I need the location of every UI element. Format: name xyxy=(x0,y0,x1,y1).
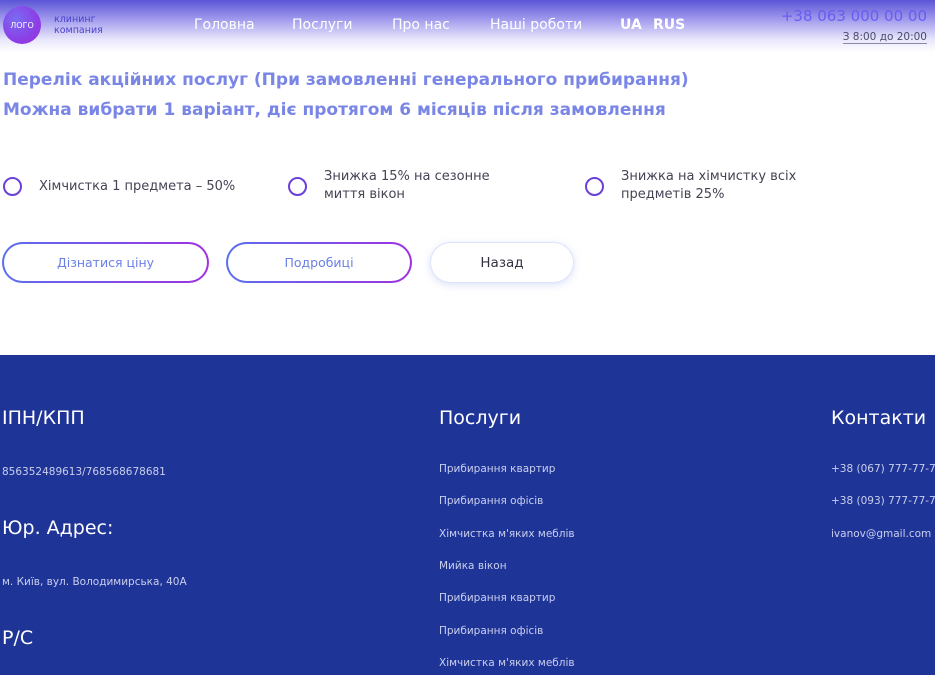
contact-phone-2[interactable]: +38 (093) 777-77-77 xyxy=(831,495,935,507)
logo[interactable]: ЛОГО xyxy=(3,6,41,44)
promo-option-1[interactable]: Хімчистка 1 предмета – 50% xyxy=(3,177,235,196)
promo-option-2[interactable]: Знижка 15% на сезонне миття вікон xyxy=(288,168,490,204)
contact-phone-1[interactable]: +38 (067) 777-77-77 xyxy=(831,463,935,475)
page-subtitle: Можна вибрати 1 варіант, діє протягом 6 … xyxy=(3,100,666,120)
inn-value: 856352489613/768568678681 xyxy=(2,466,166,478)
logo-text-line2: компания xyxy=(54,25,103,36)
get-price-button[interactable]: Дізнатися ціну xyxy=(2,242,209,283)
nav-item-services[interactable]: Послуги xyxy=(292,17,352,33)
nav-item-about[interactable]: Про нас xyxy=(392,17,450,33)
logo-label: ЛОГО xyxy=(10,20,34,30)
radio-button[interactable] xyxy=(3,177,22,196)
inn-heading: ІПН/КПП xyxy=(2,407,85,429)
contact-email[interactable]: ivanov@gmail.com xyxy=(831,528,931,540)
footer-link-offices[interactable]: Прибирання офісів xyxy=(439,495,543,507)
footer-link-offices-2[interactable]: Прибирання офісів xyxy=(439,625,543,637)
option-label: Хімчистка 1 предмета – 50% xyxy=(39,178,236,194)
address-value: м. Київ, вул. Володимирська, 40А xyxy=(2,576,187,588)
footer-link-upholstery[interactable]: Хімчистка м'яких меблів xyxy=(439,528,575,540)
header: ЛОГО клининг компания Головна Послуги Пр… xyxy=(0,0,935,52)
footer-link-upholstery-2[interactable]: Хімчистка м'яких меблів xyxy=(439,657,575,669)
radio-button[interactable] xyxy=(288,176,307,196)
footer-link-windows[interactable]: Мийка вікон xyxy=(439,560,507,572)
address-heading: Юр. Адрес: xyxy=(2,517,114,539)
working-hours: З 8:00 до 20:00 xyxy=(842,31,927,44)
account-heading: Р/С xyxy=(2,627,34,649)
nav-item-home[interactable]: Головна xyxy=(194,17,255,33)
nav-item-works[interactable]: Наші роботи xyxy=(490,17,582,33)
option-label: Знижка на хімчистку всіх предметів 25% xyxy=(621,169,797,202)
logo-text: клининг компания xyxy=(54,14,103,36)
radio-button[interactable] xyxy=(585,176,604,196)
promo-option-3[interactable]: Знижка на хімчистку всіх предметів 25% xyxy=(585,168,796,204)
details-button[interactable]: Подробиці xyxy=(226,242,412,283)
contacts-heading: Контакти xyxy=(831,407,927,429)
header-phone[interactable]: +38 063 000 00 00 xyxy=(781,7,927,25)
option-label: Знижка 15% на сезонне миття вікон xyxy=(324,169,490,202)
services-heading: Послуги xyxy=(439,407,522,429)
page-title: Перелік акційних послуг (При замовленні … xyxy=(3,70,689,90)
footer: ІПН/КПП 856352489613/768568678681 Юр. Ад… xyxy=(0,355,935,675)
lang-ua[interactable]: UA xyxy=(620,17,642,33)
footer-link-apartments-2[interactable]: Прибирання квартир xyxy=(439,592,555,604)
logo-text-line1: клининг xyxy=(54,14,96,25)
footer-link-apartments[interactable]: Прибирання квартир xyxy=(439,463,555,475)
back-button[interactable]: Назад xyxy=(430,242,574,283)
lang-rus[interactable]: RUS xyxy=(653,17,685,33)
